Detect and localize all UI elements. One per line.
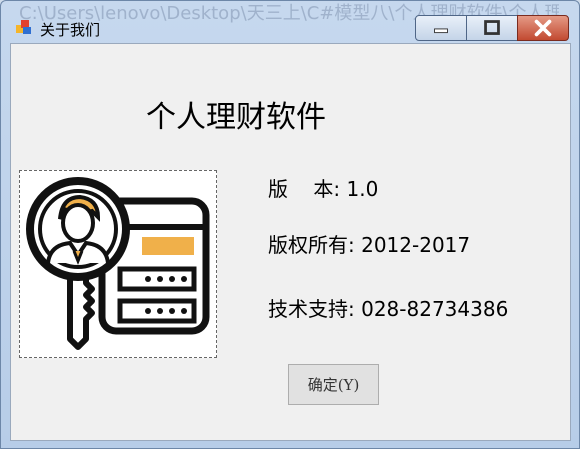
maximize-button[interactable] <box>466 15 518 41</box>
version-line: 版 本: 1.0 <box>268 173 378 202</box>
app-icon <box>16 20 31 34</box>
copyright-label: 版权所有: <box>268 233 355 257</box>
minimize-button[interactable] <box>415 15 467 41</box>
app-heading: 个人理财软件 <box>146 100 326 135</box>
logo-picture-box <box>19 170 217 358</box>
client-area: 个人理财软件 版 本: 1.0 版权所有: 2012-2017 技术支持: 02… <box>10 43 571 441</box>
ok-button[interactable]: 确定(Y) <box>288 364 379 405</box>
copyright-value: 2012-2017 <box>361 233 471 257</box>
close-button[interactable] <box>517 15 569 41</box>
minimize-icon <box>434 28 448 34</box>
window-title: 关于我们 <box>40 21 101 39</box>
title-bar[interactable]: 关于我们 <box>1 1 579 41</box>
about-window: C:\Users\lenovo\Desktop\天三上\C#模型八\个人理财软件… <box>0 0 580 449</box>
maximize-icon <box>484 20 500 35</box>
support-line: 技术支持: 028-82734386 <box>268 293 508 322</box>
version-label: 版 本: <box>268 177 341 201</box>
version-value: 1.0 <box>346 177 379 201</box>
copyright-line: 版权所有: 2012-2017 <box>268 229 470 258</box>
support-value: 028-82734386 <box>361 297 509 321</box>
close-icon <box>534 19 552 37</box>
magnifier-person-card-key-icon <box>26 177 210 350</box>
support-label: 技术支持: <box>268 297 355 321</box>
